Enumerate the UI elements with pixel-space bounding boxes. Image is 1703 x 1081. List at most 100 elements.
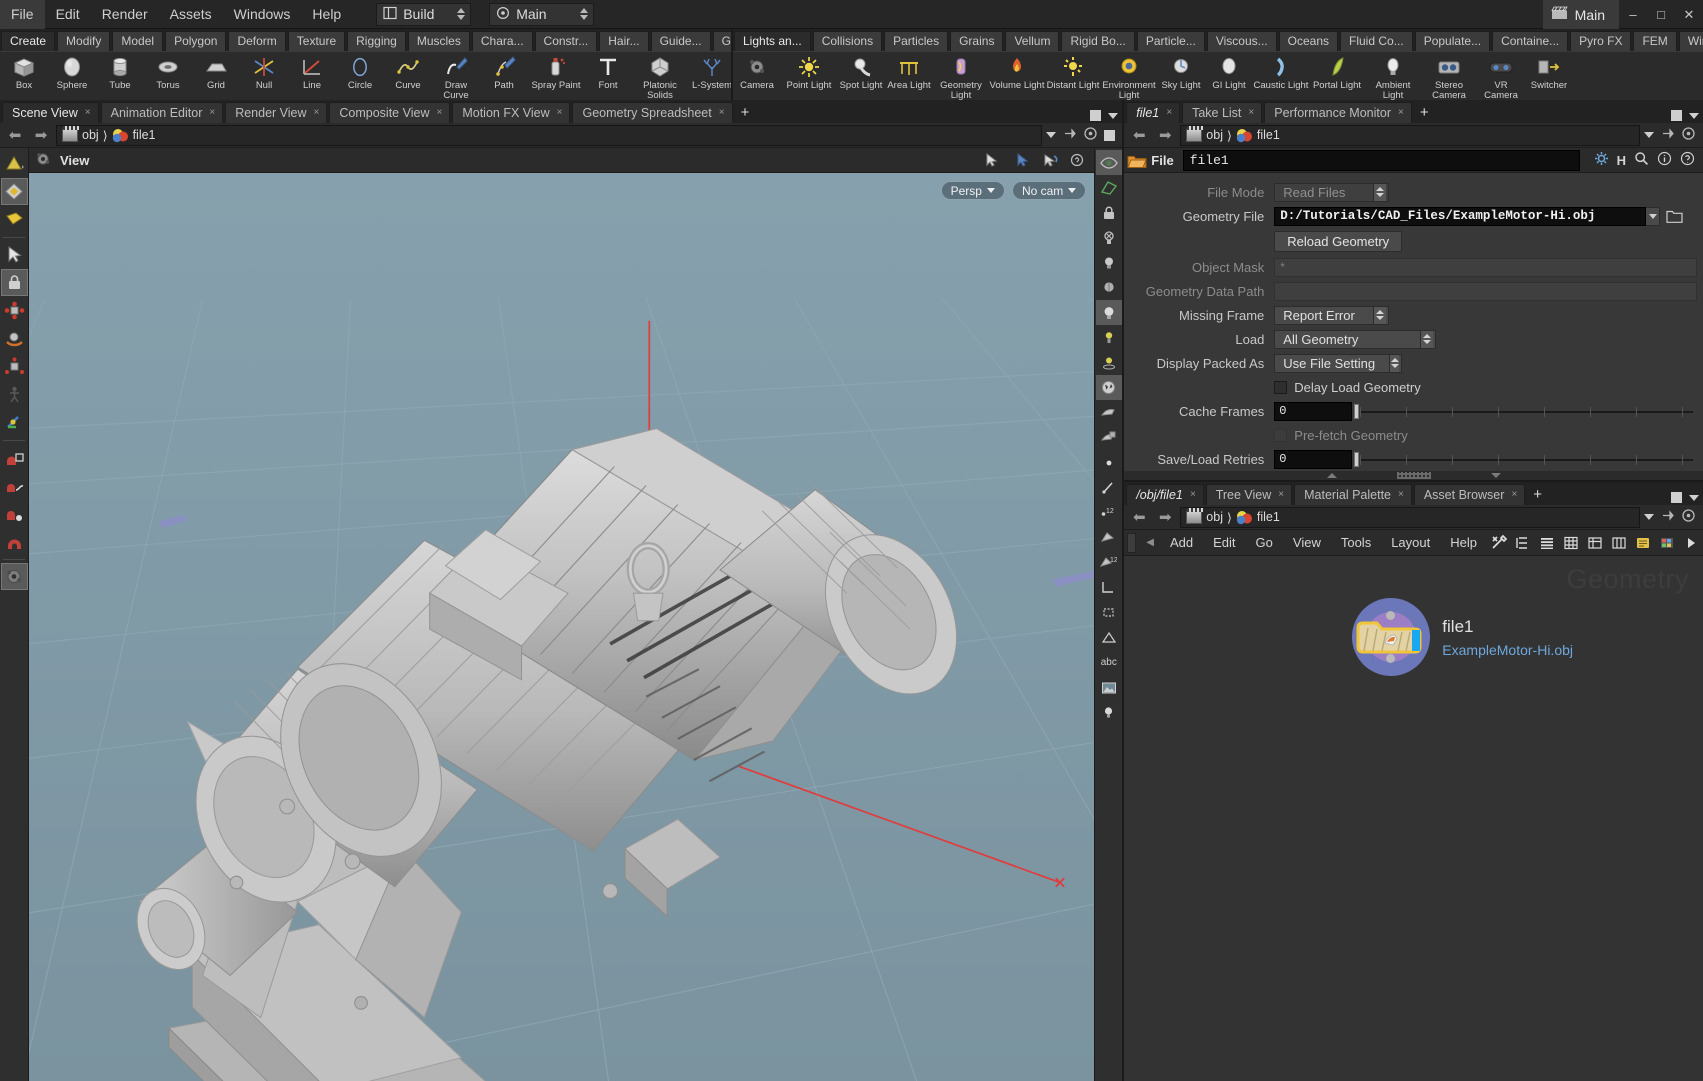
chevron-down-icon[interactable] xyxy=(1689,113,1699,119)
breadcrumb-file1[interactable]: file1 xyxy=(1257,510,1280,524)
close-icon[interactable]: × xyxy=(557,103,563,123)
viewport-snapshot-icon[interactable] xyxy=(1096,400,1122,425)
close-icon[interactable]: × xyxy=(1190,485,1196,505)
text-display-icon[interactable]: abc xyxy=(1096,650,1122,675)
shelf-tab-vellum[interactable]: Vellum xyxy=(1005,31,1059,51)
chevron-down-icon[interactable] xyxy=(1046,132,1056,138)
hide-other-objects-icon[interactable] xyxy=(1096,225,1122,250)
network-play-icon[interactable] xyxy=(1679,531,1703,555)
handle-persistent-icon[interactable] xyxy=(976,149,1006,171)
light-gizmo-icon[interactable] xyxy=(1096,350,1122,375)
sync-icon[interactable] xyxy=(1681,508,1696,526)
network-menu-edit[interactable]: Edit xyxy=(1203,530,1245,556)
display-options-icon[interactable] xyxy=(1096,150,1122,175)
select-tool-arrow-icon[interactable] xyxy=(1,241,28,268)
point-marker-icon[interactable] xyxy=(1096,450,1122,475)
close-icon[interactable]: × xyxy=(1248,103,1254,123)
houdini-h-icon[interactable]: H xyxy=(1617,153,1626,168)
shelf-tab-oceans[interactable]: Oceans xyxy=(1279,31,1338,51)
add-tab-button[interactable]: + xyxy=(735,102,756,123)
network-menu-tools[interactable]: Tools xyxy=(1331,530,1381,556)
pane-maximize-icon[interactable] xyxy=(1671,110,1682,121)
tools-icon[interactable] xyxy=(1487,531,1511,555)
back-button[interactable]: ⬅ xyxy=(1128,125,1150,145)
pin-icon[interactable] xyxy=(1660,508,1675,526)
shelf-tool-font[interactable]: Font xyxy=(584,52,632,100)
shelf-tab-populate[interactable]: Populate... xyxy=(1415,31,1490,51)
shelf-tool-caustic-light[interactable]: Caustic Light xyxy=(1253,52,1309,100)
tab-performance-monitor[interactable]: Performance Monitor× xyxy=(1264,102,1412,123)
shelf-tab-chara[interactable]: Chara... xyxy=(472,31,533,51)
shelf-tool-platonic-solids[interactable]: Platonic Solids xyxy=(632,52,688,100)
chevron-down-icon[interactable] xyxy=(1644,132,1654,138)
close-icon[interactable]: × xyxy=(719,103,725,123)
rotate-tool-icon[interactable] xyxy=(1,325,28,352)
menu-edit[interactable]: Edit xyxy=(45,0,91,29)
shelf-tool-geometry-light[interactable]: Geometry Light xyxy=(933,52,989,100)
viewport-camera-selector[interactable]: Persp xyxy=(941,181,1005,200)
info-icon[interactable] xyxy=(1657,151,1672,169)
point-numbers-icon[interactable]: 12 xyxy=(1096,500,1122,525)
param-load-combo[interactable]: All Geometry xyxy=(1274,330,1436,349)
pre-fetch-geometry-checkbox[interactable] xyxy=(1274,429,1287,442)
forward-button[interactable]: ➡ xyxy=(30,125,52,145)
network-layers-icon[interactable] xyxy=(1535,531,1559,555)
param-geometry-file-input[interactable]: D:/Tutorials/CAD_Files/ExampleMotor-Hi.o… xyxy=(1274,207,1646,226)
pane-selector-spinner[interactable] xyxy=(578,8,589,20)
light-display-icon[interactable] xyxy=(1096,300,1122,325)
breadcrumb-file1[interactable]: file1 xyxy=(133,128,156,142)
ghost-geometry-icon[interactable] xyxy=(1096,175,1122,200)
help-icon[interactable] xyxy=(1680,151,1695,169)
scene-path-field[interactable]: obj ⟩ file1 xyxy=(56,125,1042,146)
delay-load-geometry-checkbox[interactable] xyxy=(1274,381,1287,394)
tab-scene-view[interactable]: Scene View× xyxy=(2,102,99,123)
network-path-field[interactable]: obj ⟩ file1 xyxy=(1180,507,1640,528)
primitive-numbers-icon[interactable]: 12 xyxy=(1096,550,1122,575)
chevron-down-icon[interactable] xyxy=(1644,514,1654,520)
pin-icon[interactable] xyxy=(1660,126,1675,144)
shelf-tab-texture[interactable]: Texture xyxy=(288,31,345,51)
tab-material-palette[interactable]: Material Palette× xyxy=(1294,484,1412,505)
pane-maximize-icon[interactable] xyxy=(1671,492,1682,503)
network-note-icon[interactable] xyxy=(1631,531,1655,555)
shelf-tool-line[interactable]: Line xyxy=(288,52,336,100)
shelf-tool-sky-light[interactable]: Sky Light xyxy=(1157,52,1205,100)
desktop-selector[interactable]: Build xyxy=(376,3,471,26)
viewport-nocam-selector[interactable]: No cam xyxy=(1012,181,1086,200)
tab-tree-view[interactable]: Tree View× xyxy=(1206,484,1292,505)
close-icon[interactable]: × xyxy=(85,103,91,123)
close-icon[interactable]: × xyxy=(436,103,442,123)
param-object-mask-input[interactable]: * xyxy=(1274,258,1697,277)
parameter-node-name[interactable]: file1 xyxy=(1183,150,1580,171)
point-normals-icon[interactable] xyxy=(1096,475,1122,500)
shelf-tool-grid[interactable]: Grid xyxy=(192,52,240,100)
breadcrumb-file1[interactable]: file1 xyxy=(1257,128,1280,142)
splitter-grip[interactable] xyxy=(1397,472,1431,479)
back-button[interactable]: ⬅ xyxy=(4,125,26,145)
network-menu-go[interactable]: Go xyxy=(1246,530,1283,556)
shelf-tool-tube[interactable]: Tube xyxy=(96,52,144,100)
network-menu-grip[interactable] xyxy=(1127,533,1136,553)
close-icon[interactable]: × xyxy=(1278,485,1284,505)
gear-icon[interactable] xyxy=(1594,151,1609,169)
close-icon[interactable]: × xyxy=(314,103,320,123)
pane-splitter[interactable] xyxy=(1124,471,1703,480)
move-tool-icon[interactable] xyxy=(1,297,28,324)
snap-primitive-icon[interactable] xyxy=(1,472,28,499)
network-list-icon[interactable] xyxy=(1511,531,1535,555)
network-grid-icon[interactable] xyxy=(1559,531,1583,555)
shelf-tab-particles[interactable]: Particles xyxy=(884,31,948,51)
spinner-icon[interactable] xyxy=(1373,184,1386,201)
current-desktop-indicator[interactable]: Main xyxy=(1543,0,1619,29)
menu-assets[interactable]: Assets xyxy=(159,0,223,29)
viewport-snapshot-compare-icon[interactable] xyxy=(1096,425,1122,450)
shelf-tab-pyro-fx[interactable]: Pyro FX xyxy=(1570,31,1631,51)
network-menu-add[interactable]: Add xyxy=(1160,530,1203,556)
snap-grid-icon[interactable] xyxy=(1,444,28,471)
angle-measure-icon[interactable] xyxy=(1096,575,1122,600)
menu-file[interactable]: File xyxy=(0,0,45,29)
tab-motion-fx-view[interactable]: Motion FX View× xyxy=(452,102,570,123)
viewport-menu-icon[interactable] xyxy=(1066,149,1088,171)
param-cache-frames-slider[interactable] xyxy=(1354,402,1697,421)
shelf-tool-spot-light[interactable]: Spot Light xyxy=(837,52,885,100)
